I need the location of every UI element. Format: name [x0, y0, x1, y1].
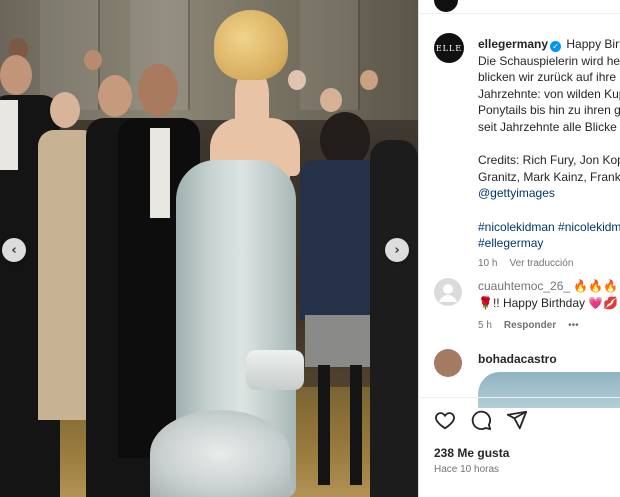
comment: bohadacastro	[478, 351, 620, 368]
hashtags[interactable]: #ellegermay	[478, 235, 620, 252]
person-shirt	[0, 100, 18, 170]
caption-line: Ponytails bis hin zu ihren g	[478, 103, 620, 117]
post-sidebar: ELLE ellegermany✓ Happy Birth Die Schaus…	[418, 0, 620, 497]
caption-line: blicken wir zurück auf ihre	[478, 70, 617, 84]
header-avatar[interactable]	[434, 0, 458, 12]
crowd-head	[84, 50, 102, 70]
comment-icon[interactable]	[470, 409, 492, 431]
commenter-avatar[interactable]	[434, 278, 462, 306]
clutch-bag	[246, 350, 304, 390]
person-head	[0, 55, 32, 95]
likes-count[interactable]: 238 Me gusta	[434, 446, 509, 460]
see-translation-button[interactable]: Ver traducción	[509, 258, 573, 269]
credits-link[interactable]: @gettyimages	[478, 185, 620, 202]
action-bar	[434, 409, 528, 431]
person-leg	[350, 365, 362, 485]
person-leg	[318, 365, 330, 485]
gown-frill	[150, 410, 290, 497]
hashtags[interactable]: #nicolekidman #nicolekidm	[478, 219, 620, 236]
person-shirt	[150, 128, 170, 218]
comment-emoji: 🔥🔥🔥	[573, 279, 619, 293]
heart-icon[interactable]	[434, 409, 456, 431]
caption-line: Happy Birth	[566, 37, 620, 51]
comment: cuauhtemoc_26_ 🔥🔥🔥 🌹!! Happy Birthday 💗💋…	[478, 278, 620, 335]
post-caption: ellegermany✓ Happy Birth Die Schauspiele…	[478, 36, 620, 272]
credits-line: Credits: Rich Fury, Jon Kopa	[478, 153, 620, 167]
comment-image-preview	[478, 372, 620, 408]
author-username[interactable]: ellegermany	[478, 37, 548, 51]
commenter-username[interactable]: cuauhtemoc_26_	[478, 279, 570, 293]
crowd-head	[360, 70, 378, 90]
more-options-icon[interactable]: •••	[568, 320, 579, 331]
crowd-head	[320, 88, 342, 112]
chevron-left-icon[interactable]: ‹	[2, 238, 26, 262]
person-skirt	[305, 315, 377, 367]
comment-text: 🌹!! Happy Birthday 💗💋	[478, 295, 619, 310]
crowd-head	[288, 70, 306, 90]
share-icon[interactable]	[506, 409, 528, 431]
chevron-right-icon[interactable]: ›	[385, 238, 409, 262]
credits-line: Granitz, Mark Kainz, Frank T	[478, 169, 620, 184]
reply-button[interactable]: Responder	[504, 320, 556, 331]
post-time[interactable]: 10 h	[478, 258, 497, 269]
author-avatar[interactable]: ELLE	[434, 33, 464, 63]
post-header-strip	[419, 0, 620, 14]
caption-line: Jahrzehnte: von wilden Kup	[478, 86, 620, 101]
post-photo[interactable]: ‹ ›	[0, 0, 418, 497]
caption-line: seit Jahrzehnte alle Blicke a	[478, 119, 620, 134]
person-suit	[370, 140, 418, 497]
verified-icon: ✓	[550, 41, 562, 52]
commenter-username[interactable]: bohadacastro	[478, 352, 557, 366]
caption-line: Die Schauspielerin wird heu	[478, 53, 620, 68]
person-head	[50, 92, 80, 128]
divider	[419, 397, 620, 398]
comment-time: 5 h	[478, 320, 492, 331]
person-head	[98, 75, 132, 117]
commenter-avatar[interactable]	[434, 349, 462, 377]
post-timestamp: Hace 10 horas	[434, 464, 500, 475]
actress-hair	[214, 10, 288, 80]
person-head	[138, 64, 178, 116]
